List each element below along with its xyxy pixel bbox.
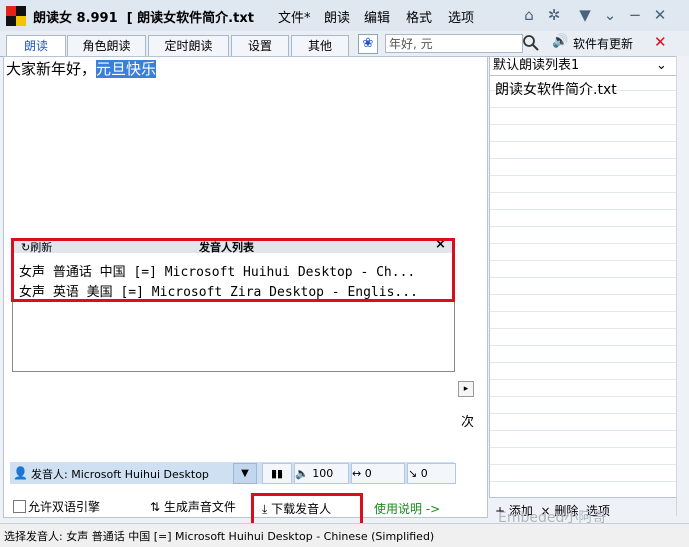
chevron-down-icon: ⌄: [656, 58, 667, 73]
selected-text: 元旦快乐: [96, 60, 157, 78]
volume-control[interactable]: 🔈 100: [294, 463, 349, 484]
list-select[interactable]: 默认朗读列表1 ⌄: [490, 57, 677, 76]
tab-role-read[interactable]: 角色朗读: [67, 35, 146, 57]
close-icon[interactable]: ✕: [650, 5, 670, 25]
title-bar: 朗读女 8.991 [ 朗读女软件简介.txt 文件* 朗读 编辑 格式 选项 …: [0, 0, 689, 32]
status-text: 选择发音人: 女声 普通话 中国 [=] Microsoft Huihui De…: [4, 530, 435, 543]
menu-read[interactable]: 朗读: [324, 7, 350, 26]
person-icon: 👤: [13, 466, 28, 480]
list-item[interactable]: 朗读女软件简介.txt: [495, 79, 617, 99]
app-logo-icon: [6, 6, 26, 26]
tab-row: 朗读 角色朗读 定时朗读 设置 其他 ❀ 🔊 软件有更新 ✕: [0, 31, 689, 58]
voice-dropdown-button[interactable]: ▼: [233, 463, 257, 484]
paw-icon[interactable]: ❀: [358, 34, 378, 54]
update-label[interactable]: 软件有更新: [573, 35, 633, 52]
search-input[interactable]: [385, 34, 523, 53]
status-bar: 选择发音人: 女声 普通话 中国 [=] Microsoft Huihui De…: [0, 523, 689, 547]
menu-options[interactable]: 选项: [448, 7, 474, 26]
menu-file[interactable]: 文件*: [278, 7, 311, 26]
pitch-control[interactable]: ↘ 0: [407, 463, 456, 484]
voice-label: 发音人: Microsoft Huihui Desktop: [31, 468, 209, 481]
stepper-button[interactable]: ▸: [458, 381, 474, 397]
help-link[interactable]: 使用说明 ->: [374, 500, 440, 517]
highlight-box: [11, 238, 455, 302]
speed-icon: ↔: [352, 467, 365, 480]
equalizer-icon[interactable]: ▮▮: [262, 463, 292, 484]
editor-content: 大家新年好，元旦快乐: [6, 60, 157, 78]
settings-icon[interactable]: ✲: [544, 5, 564, 25]
speed-control[interactable]: ↔ 0: [351, 463, 405, 484]
generate-icon: ⇅: [150, 500, 164, 514]
menu-format[interactable]: 格式: [406, 7, 432, 26]
close-tab-icon[interactable]: ✕: [654, 33, 667, 51]
tab-read[interactable]: 朗读: [6, 35, 66, 58]
tab-timed-read[interactable]: 定时朗读: [148, 35, 229, 57]
allow-dual-label: 允许双语引擎: [28, 500, 101, 514]
download-voice-button[interactable]: ⤓ 下载发音人: [262, 500, 331, 517]
download-icon: ⤓: [262, 502, 272, 516]
app-title: 朗读女 8.991 [ 朗读女软件简介.txt: [33, 11, 254, 26]
home-icon[interactable]: ⌂: [519, 5, 539, 25]
times-label: 次: [461, 415, 475, 430]
volume-icon: 🔈: [295, 467, 313, 480]
minimize-icon[interactable]: −: [625, 5, 645, 25]
tshirt-icon[interactable]: ▼: [575, 5, 595, 25]
scrollbar[interactable]: [676, 56, 689, 516]
tab-settings[interactable]: 设置: [231, 35, 289, 57]
generate-audio-button[interactable]: ⇅ 生成声音文件: [150, 498, 236, 515]
search-icon[interactable]: [522, 34, 540, 52]
voice-update-icon: 🔊: [552, 34, 569, 49]
pitch-icon: ↘: [408, 467, 421, 480]
allow-dual-checkbox[interactable]: [13, 500, 26, 513]
chevron-down-icon[interactable]: ⌄: [600, 5, 620, 25]
tab-other[interactable]: 其他: [291, 35, 349, 57]
menu-edit[interactable]: 编辑: [364, 7, 390, 26]
voice-bar: 👤 发音人: Microsoft Huihui Desktop ▼ ▮▮ 🔈 1…: [10, 462, 456, 484]
reading-list: 默认朗读列表1 ⌄ 朗读女软件简介.txt: [489, 56, 677, 498]
